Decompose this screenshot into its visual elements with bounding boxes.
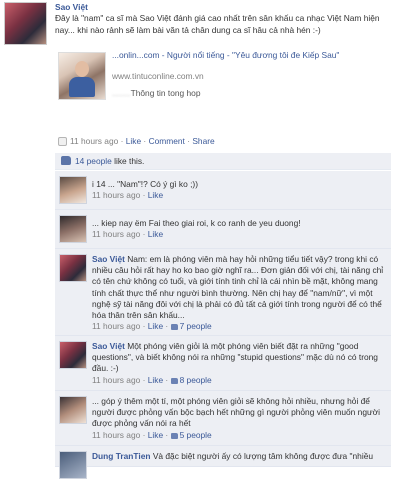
comment-text: Một phóng viên giỏi là một phóng viên bi…: [92, 341, 378, 374]
comment-timestamp: 11 hours ago: [92, 229, 141, 240]
post-comment-link[interactable]: Comment: [149, 136, 185, 146]
comment-text: ... góp ý thêm một tí, một phóng viên gi…: [92, 396, 380, 429]
likes-summary: 14 people like this.: [55, 153, 391, 170]
author-avatar[interactable]: [4, 2, 47, 45]
comment-like-link[interactable]: Like: [148, 375, 163, 385]
comment-author[interactable]: Sao Việt: [92, 341, 125, 351]
comment-author[interactable]: Dung TranTien: [92, 451, 150, 461]
like-icon: [170, 432, 178, 439]
comment-timestamp: 11 hours ago: [92, 321, 141, 332]
commenter-avatar[interactable]: [59, 341, 87, 369]
comment-text: Và đặc biệt người ấy có lượng tâm không …: [152, 451, 374, 461]
post-share-link[interactable]: Share: [192, 136, 214, 146]
comment-item: Sao Việt Nam: em là phóng viên mà hay hỏ…: [55, 249, 391, 336]
thumbnail-person-face: [75, 61, 89, 77]
comment-likes-count[interactable]: 5 people: [180, 430, 212, 440]
likes-count-link[interactable]: 14 people: [75, 156, 112, 166]
post-text: Đây là "nam" ca sĩ mà Sao Việt đánh giá …: [55, 13, 380, 35]
like-icon: [170, 377, 178, 384]
comment-text: ... kiep nay ëm Fai theo giai roi, k co …: [92, 218, 301, 228]
comment-timestamp: 11 hours ago: [92, 374, 141, 385]
comment-timestamp: 11 hours ago: [92, 190, 141, 201]
share-title-link[interactable]: ...onlin...com - Người nổi tiếng - "Yêu …: [112, 50, 392, 62]
comment-item: ... kiep nay ëm Fai theo giai roi, k co …: [55, 210, 391, 249]
comment-item: ... góp ý thêm một tí, một phóng viên gi…: [55, 391, 391, 446]
commenter-avatar[interactable]: [59, 396, 87, 424]
attachment-icon: [58, 137, 67, 146]
commenter-avatar[interactable]: [59, 451, 87, 479]
share-url: www.tintuconline.com.vn: [112, 71, 204, 81]
post-timestamp[interactable]: 11 hours ago: [70, 136, 118, 146]
comment-like-link[interactable]: Like: [148, 430, 163, 440]
like-icon: [170, 324, 178, 331]
comment-like-link[interactable]: Like: [148, 190, 163, 200]
thumbnail-person-body: [69, 77, 95, 97]
likes-suffix: like this.: [111, 156, 145, 166]
comment-author[interactable]: Sao Việt: [92, 254, 125, 264]
comment-text: Nam: em là phóng viên mà hay hỏi những t…: [92, 254, 384, 321]
share-description: ........Thông tin tong hop: [112, 88, 200, 98]
post-like-link[interactable]: Like: [126, 136, 141, 146]
comment-item: Sao Việt Một phóng viên giỏi là một phón…: [55, 336, 391, 391]
thumbs-up-icon: [61, 156, 71, 165]
share-description-text: Thông tin tong hop: [130, 88, 201, 98]
commenter-avatar[interactable]: [59, 176, 87, 204]
comment-likes-count[interactable]: 8 people: [180, 375, 212, 385]
comment-like-link[interactable]: Like: [148, 229, 163, 239]
comment-like-link[interactable]: Like: [148, 321, 163, 331]
comment-timestamp: 11 hours ago: [92, 429, 141, 440]
comment-text: i 14 ... "Nam"!? Có ý gì ko ;)): [92, 179, 199, 189]
post-meta-line: 11 hours ago · Like · Comment · Share: [58, 136, 215, 146]
commenter-avatar[interactable]: [59, 254, 87, 282]
comment-item: i 14 ... "Nam"!? Có ý gì ko ;)) 11 hours…: [55, 171, 391, 210]
post-author-name[interactable]: Sao Việt: [55, 2, 88, 12]
comment-item: Dung TranTien Và đặc biệt người ấy có lư…: [55, 446, 391, 479]
commenter-avatar[interactable]: [59, 215, 87, 243]
comment-likes-count[interactable]: 7 people: [180, 321, 212, 331]
share-thumbnail[interactable]: [58, 52, 106, 100]
redacted-text: ........: [112, 88, 131, 98]
